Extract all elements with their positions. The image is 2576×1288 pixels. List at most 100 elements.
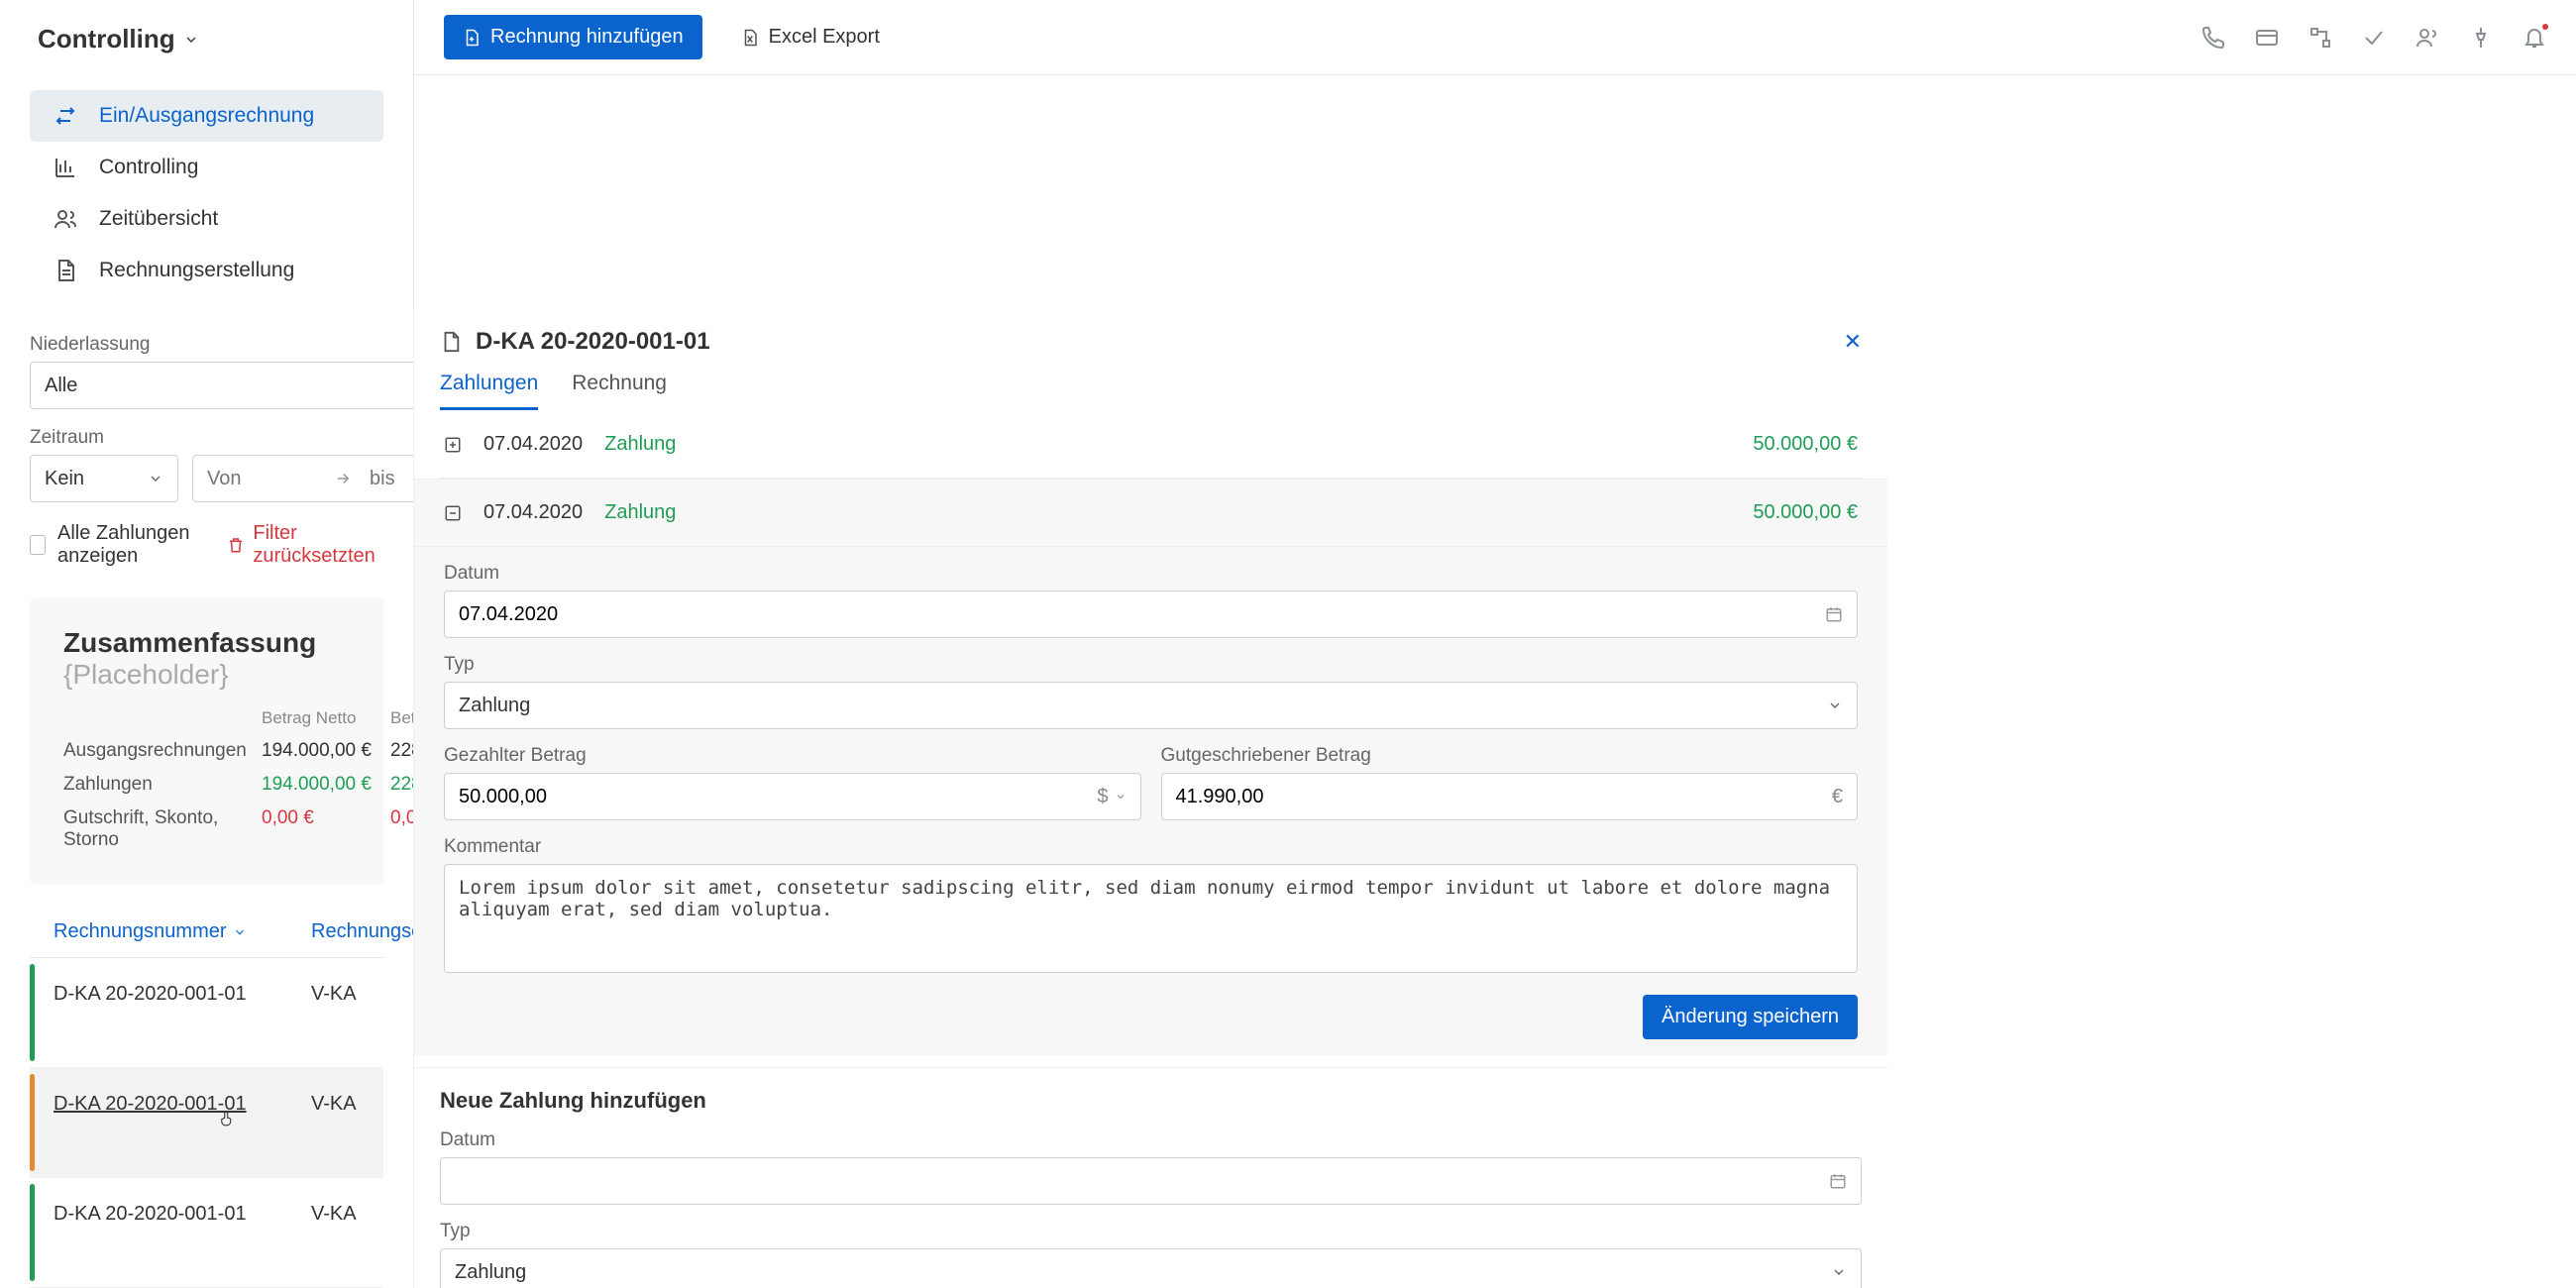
- payment-type: Zahlung: [604, 433, 676, 456]
- add-invoice-button[interactable]: Rechnung hinzufügen: [444, 15, 702, 59]
- label-zeitraum: Zeitraum: [30, 427, 414, 449]
- gezahlt-field[interactable]: [459, 786, 1097, 808]
- detail-title: D-KA 20-2020-001-01: [476, 328, 710, 356]
- payment-date: 07.04.2020: [483, 433, 583, 456]
- button-label: Rechnung hinzufügen: [490, 26, 684, 49]
- sidebar-item-controlling[interactable]: Controlling: [30, 142, 383, 193]
- filter-bar: Niederlassung Alle Projekt / Teilprojekt…: [30, 334, 383, 502]
- exchange-icon: [54, 104, 77, 128]
- excel-export-button[interactable]: Excel Export: [722, 15, 899, 59]
- tab-rechnung[interactable]: Rechnung: [572, 372, 667, 410]
- payment-amount: 50.000,00 €: [1753, 433, 1858, 456]
- reset-filters-link[interactable]: Filter zurücksetzten: [227, 522, 383, 568]
- chevron-down-icon: [1831, 1264, 1847, 1280]
- checkbox-label: Alle Zahlungen anzeigen: [57, 522, 227, 568]
- chevron-down-icon: [183, 32, 199, 48]
- chevron-down-icon[interactable]: [1115, 791, 1127, 803]
- label-gut: Gutgeschriebener Betrag: [1161, 745, 1859, 767]
- nav: Ein/Ausgangsrechnung Controlling Zeitübe…: [0, 78, 413, 308]
- tab-zahlungen[interactable]: Zahlungen: [440, 372, 538, 410]
- topbar-actions: [2201, 26, 2546, 50]
- sum-col-netto: Betrag Netto: [262, 708, 390, 728]
- date-to-input[interactable]: [370, 468, 414, 490]
- label-datum: Datum: [444, 563, 1858, 585]
- th-nummer[interactable]: Rechnungsnummer: [54, 920, 311, 943]
- gut-field[interactable]: [1176, 786, 1832, 808]
- label-niederlassung: Niederlassung: [30, 334, 414, 356]
- chart-icon: [54, 156, 77, 179]
- date-from-input[interactable]: [207, 468, 316, 490]
- sidebar: Controlling Ein/Ausgangsrechnung Control…: [0, 0, 414, 308]
- payment-date: 07.04.2020: [483, 501, 583, 524]
- payment-row-expanded[interactable]: 07.04.2020 Zahlung 50.000,00 €: [414, 479, 1887, 547]
- sidebar-item-label: Rechnungserstellung: [99, 259, 294, 282]
- datum-field[interactable]: [459, 603, 1825, 626]
- pin-icon[interactable]: [2469, 26, 2493, 50]
- sum-row-label: Gutschrift, Skonto, Storno: [63, 807, 262, 851]
- payment-row[interactable]: 07.04.2020 Zahlung 50.000,00 €: [440, 411, 1862, 479]
- kommentar-textarea[interactable]: [444, 864, 1858, 973]
- chevron-down-icon: [1827, 698, 1843, 713]
- detail-panel: D-KA 20-2020-001-01 ✕ Zahlungen Rechnung…: [414, 308, 1887, 1288]
- label-datum: Datum: [440, 1129, 1862, 1151]
- sidebar-item-rechn[interactable]: Rechnungserstellung: [30, 245, 383, 296]
- sum-row-label: Zahlungen: [63, 774, 262, 796]
- topbar: Rechnung hinzufügen Excel Export: [414, 0, 2576, 75]
- sidebar-item-label: Zeitübersicht: [99, 207, 218, 231]
- cell-nummer: D-KA 20-2020-001-01: [54, 1093, 311, 1116]
- new-typ-select[interactable]: Zahlung: [440, 1248, 1862, 1288]
- label-gezahlt: Gezahlter Betrag: [444, 745, 1141, 767]
- cell-empf: V-KA: [311, 1203, 414, 1226]
- minus-square-icon: [444, 504, 462, 522]
- app-title[interactable]: Controlling: [0, 0, 413, 78]
- flow-icon[interactable]: [2308, 26, 2332, 50]
- table-row[interactable]: D-KA 20-2020-001-01 V-KA 100.000,22 € 10…: [30, 958, 383, 1068]
- show-all-payments-checkbox[interactable]: Alle Zahlungen anzeigen: [30, 522, 227, 568]
- sidebar-item-zeit[interactable]: Zeitübersicht: [30, 193, 383, 245]
- sum-value: 0,00 €: [262, 807, 390, 851]
- summary-title: Zusammenfassung {Placeholder}: [63, 627, 350, 691]
- sidebar-item-inout[interactable]: Ein/Ausgangsrechnung: [30, 90, 383, 142]
- gut-input[interactable]: €: [1161, 773, 1859, 820]
- check-icon[interactable]: [2362, 26, 2386, 50]
- select-value: Zahlung: [459, 695, 530, 717]
- new-datum-field[interactable]: [455, 1170, 1829, 1193]
- document-icon: [54, 259, 77, 282]
- niederlassung-select[interactable]: Alle: [30, 362, 414, 409]
- people-icon[interactable]: [2415, 26, 2439, 50]
- sum-value: 0,00 €: [390, 807, 414, 851]
- plus-square-icon: [444, 436, 462, 454]
- link-label: Filter zurücksetzten: [253, 522, 383, 568]
- new-datum-input[interactable]: [440, 1157, 1862, 1205]
- th-empf[interactable]: Rechnungsempfänger: [311, 920, 414, 943]
- trash-icon: [227, 536, 245, 554]
- label-typ: Typ: [444, 654, 1858, 676]
- zeitraum-select[interactable]: Kein: [30, 455, 178, 502]
- typ-select[interactable]: Zahlung: [444, 682, 1858, 729]
- invoice-table: Rechnungsnummer Rechnungsempfänger Betra…: [30, 920, 383, 1288]
- table-row[interactable]: D-KA 20-2020-001-01 V-KA 100.000,22 € 10…: [30, 1178, 383, 1288]
- app-title-text: Controlling: [38, 24, 175, 54]
- save-changes-button[interactable]: Änderung speichern: [1643, 995, 1858, 1039]
- select-value: Kein: [45, 468, 84, 490]
- table-row[interactable]: D-KA 20-2020-001-01 V-KA 100.000,22 € 10…: [30, 1068, 383, 1178]
- date-range[interactable]: [192, 455, 414, 502]
- card-icon[interactable]: [2255, 26, 2279, 50]
- bell-icon[interactable]: [2522, 26, 2546, 50]
- notification-dot: [2542, 24, 2548, 30]
- calendar-icon: [1825, 605, 1843, 623]
- sum-row-label: Ausgangsrechnungen: [63, 740, 262, 762]
- phone-icon[interactable]: [2201, 26, 2225, 50]
- cell-nummer: D-KA 20-2020-001-01: [54, 983, 311, 1006]
- main-content: Niederlassung Alle Projekt / Teilprojekt…: [0, 308, 414, 1288]
- new-payment-title: Neue Zahlung hinzufügen: [440, 1088, 1862, 1114]
- checkbox-box: [30, 535, 46, 555]
- datum-input[interactable]: [444, 590, 1858, 638]
- sidebar-item-label: Controlling: [99, 156, 198, 179]
- sidebar-item-label: Ein/Ausgangsrechnung: [99, 104, 314, 128]
- users-icon: [54, 207, 77, 231]
- gezahlt-input[interactable]: $: [444, 773, 1141, 820]
- button-label: Änderung speichern: [1662, 1006, 1839, 1028]
- close-button[interactable]: ✕: [1844, 329, 1862, 355]
- cell-nummer: D-KA 20-2020-001-01: [54, 1203, 311, 1226]
